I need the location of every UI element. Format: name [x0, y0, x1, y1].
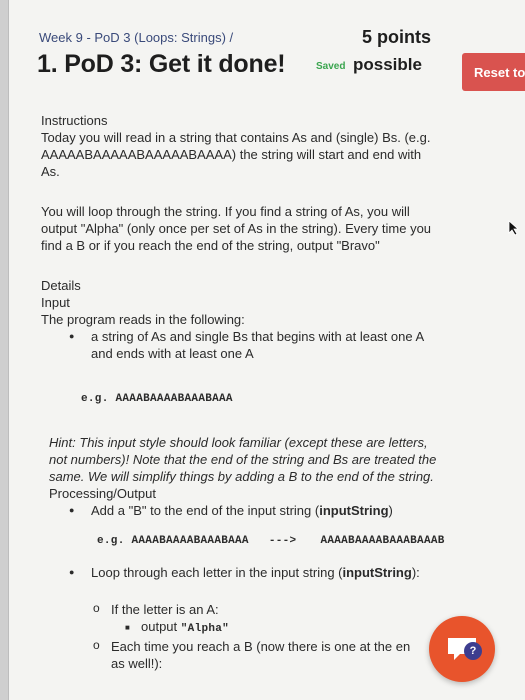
- instructions-text: Today you will read in a string that con…: [41, 130, 431, 145]
- instructions-text: find a B or if you reach the end of the …: [41, 238, 380, 253]
- zybook-page: Week 9 - PoD 3 (Loops: Strings) / 1. PoD…: [8, 0, 525, 700]
- code-identifier: inputString: [319, 503, 389, 518]
- instructions-heading: Instructions: [41, 113, 108, 128]
- list-item-text: output: [141, 619, 181, 634]
- hint-text: Hint: This input style should look famil…: [49, 435, 428, 450]
- help-badge[interactable]: ?: [464, 642, 482, 660]
- list-item-text: as well!):: [111, 656, 163, 671]
- reset-button[interactable]: Reset to St: [462, 53, 525, 91]
- help-chat-button[interactable]: [429, 616, 495, 682]
- hint-text: not numbers)! Note that the end of the s…: [49, 452, 437, 467]
- list-item-text: and ends with at least one A: [91, 346, 254, 361]
- breadcrumb[interactable]: Week 9 - PoD 3 (Loops: Strings) /: [39, 30, 233, 45]
- list-item-text: Each time you reach a B (now there is on…: [111, 639, 411, 654]
- processing-heading: Processing/Output: [49, 486, 156, 501]
- list-item-text: If the letter is an A:: [111, 602, 219, 617]
- activity-header: Week 9 - PoD 3 (Loops: Strings) / 1. PoD…: [29, 22, 525, 92]
- code-example: e.g. AAAABAAAABAAABAAA: [41, 388, 511, 408]
- points-possible-label: possible: [353, 55, 422, 74]
- list-item: a string of As and single Bs that begins…: [69, 328, 511, 362]
- arrow-text: --->: [268, 535, 297, 547]
- code-transform-example: e.g. AAAABAAAABAAABAAA ---> AAAABAAAABAA…: [41, 533, 511, 550]
- list-item: Loop through each letter in the input st…: [69, 564, 511, 581]
- list-item-text: Loop through each letter in the input st…: [91, 565, 343, 580]
- code-identifier: inputString: [342, 565, 412, 580]
- details-heading: Details: [41, 278, 81, 293]
- input-intro: The program reads in the following:: [41, 312, 245, 327]
- processing-list: Loop through each letter in the input st…: [41, 564, 511, 581]
- code-example-text: e.g. AAAABAAAABAAABAAA: [97, 535, 249, 547]
- list-item-text: ):: [411, 565, 420, 580]
- page-title: 1. PoD 3: Get it done!: [37, 50, 286, 78]
- hint-text: same. We will simplify things by adding …: [49, 469, 434, 484]
- code-example-text: e.g. AAAABAAAABAAABAAA: [81, 393, 233, 405]
- saved-status: Saved: [316, 61, 346, 72]
- list-item: Add a "B" to the end of the input string…: [69, 502, 511, 519]
- input-heading: Input: [41, 295, 70, 310]
- list-item-text: a string of As and single Bs that begins…: [91, 329, 425, 344]
- input-list: a string of As and single Bs that begins…: [41, 328, 511, 362]
- instructions-text: As.: [41, 164, 60, 179]
- processing-list: Add a "B" to the end of the input string…: [41, 502, 511, 519]
- list-item-text: ): [388, 503, 393, 518]
- instructions-content: Instructions Today you will read in a st…: [41, 112, 511, 672]
- code-example-text: AAAABAAAABAAABAAAB: [320, 535, 445, 547]
- list-item-text: Add a "B" to the end of the input string…: [91, 503, 320, 518]
- instructions-text: AAAAABAAAAABAAAAABAAAA) the string will …: [41, 147, 422, 162]
- instructions-text: output "Alpha" (only once per set of As …: [41, 221, 432, 236]
- mouse-pointer-icon: [508, 220, 520, 236]
- code-literal: "Alpha": [180, 623, 230, 635]
- instructions-text: You will loop through the string. If you…: [41, 204, 410, 219]
- points-label: 5 points: [362, 27, 432, 47]
